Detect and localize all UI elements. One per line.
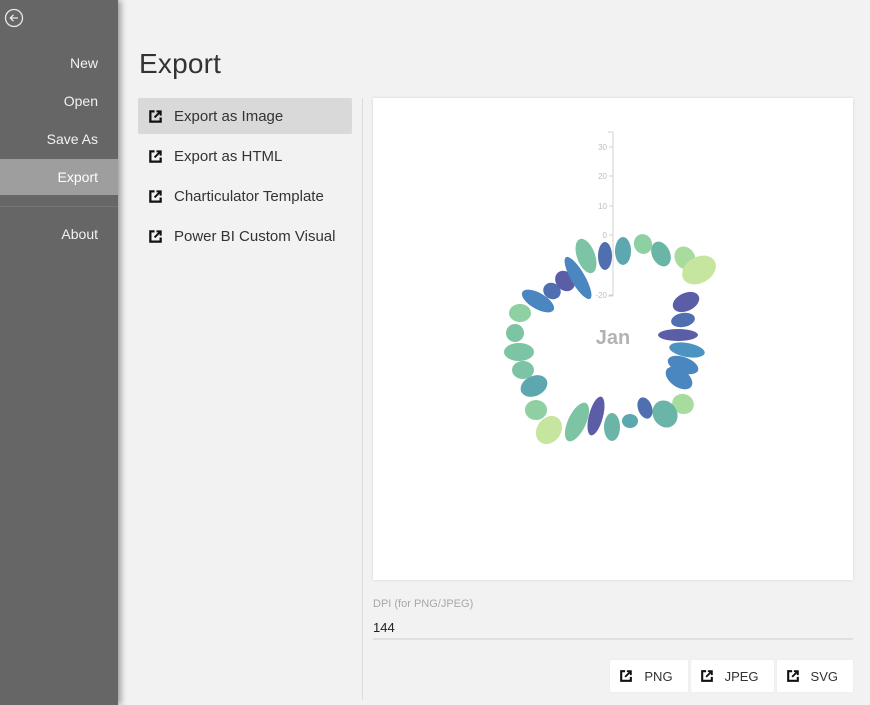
- arrow-left-circle-icon: [4, 8, 24, 28]
- sidebar-item-new[interactable]: New: [0, 45, 118, 81]
- petal-mark: [658, 329, 698, 341]
- format-buttons: PNG JPEG SVG: [610, 660, 853, 692]
- axis-tick-label: -20: [595, 291, 607, 300]
- external-link-icon: [149, 229, 162, 243]
- petal-mark: [604, 413, 620, 441]
- external-link-icon: [620, 670, 633, 682]
- sidebar: New Open Save As Export About: [0, 0, 118, 705]
- center-label: Jan: [596, 327, 630, 349]
- external-link-icon: [149, 109, 162, 123]
- export-option-powerbi[interactable]: Power BI Custom Visual: [138, 218, 352, 254]
- page-title: Export: [139, 48, 222, 79]
- export-jpeg-button[interactable]: JPEG: [690, 660, 774, 692]
- petal-mark: [672, 291, 700, 313]
- export-svg-button[interactable]: SVG: [776, 660, 853, 692]
- export-options-list: Export as Image Export as HTML Charticul…: [138, 98, 352, 258]
- petal-mark: [512, 361, 534, 379]
- sidebar-item-label: New: [69, 55, 98, 71]
- sidebar-item-export[interactable]: Export: [0, 159, 118, 195]
- y-axis: 30 20 10 0 -20: [595, 131, 614, 300]
- button-label: JPEG: [724, 668, 759, 684]
- export-option-template[interactable]: Charticulator Template: [138, 178, 352, 214]
- petal-mark: [506, 324, 524, 342]
- sidebar-item-label: About: [61, 226, 98, 242]
- axis-tick-label: 20: [598, 172, 607, 181]
- axis-tick-label: 30: [598, 143, 607, 152]
- export-option-label: Export as Image: [174, 107, 284, 125]
- external-link-icon: [700, 670, 713, 682]
- external-link-icon: [149, 149, 162, 163]
- export-option-html[interactable]: Export as HTML: [138, 138, 352, 174]
- petal-mark: [509, 304, 531, 322]
- sidebar-item-about[interactable]: About: [0, 216, 118, 252]
- petal-mark: [598, 242, 612, 270]
- sidebar-item-label: Save As: [46, 131, 98, 147]
- petal-mark: [504, 343, 534, 361]
- back-button[interactable]: [4, 8, 24, 28]
- sidebar-item-open[interactable]: Open: [0, 83, 118, 119]
- external-link-icon: [786, 670, 799, 682]
- export-option-label: Export as HTML: [174, 147, 283, 165]
- export-png-button[interactable]: PNG: [610, 660, 688, 692]
- sidebar-item-label: Open: [63, 93, 98, 109]
- export-option-image[interactable]: Export as Image: [138, 98, 352, 134]
- petal-mark: [633, 234, 653, 254]
- main-panel: Export Export as Image Export as HTML Ch…: [118, 0, 870, 705]
- sidebar-divider: [0, 206, 118, 207]
- axis-tick-label: 0: [603, 231, 608, 240]
- button-label: PNG: [644, 668, 673, 684]
- chart-preview-canvas: 30 20 10 0 -20 Jan: [504, 131, 716, 445]
- external-link-icon: [149, 189, 162, 203]
- petal-mark: [615, 237, 631, 265]
- dpi-input[interactable]: [373, 616, 853, 640]
- export-option-label: Charticulator Template: [174, 187, 324, 205]
- export-option-label: Power BI Custom Visual: [174, 227, 336, 245]
- petal-mark: [622, 414, 638, 428]
- panel-divider: [362, 98, 363, 700]
- sidebar-item-save-as[interactable]: Save As: [0, 121, 118, 157]
- dpi-label: DPI (for PNG/JPEG): [373, 598, 474, 610]
- petal-mark: [525, 400, 547, 420]
- button-label: SVG: [810, 668, 838, 684]
- sidebar-item-label: Export: [57, 169, 98, 185]
- chart-preview: 30 20 10 0 -20 Jan: [373, 98, 853, 580]
- petal-mark: [671, 312, 695, 328]
- axis-tick-label: 10: [598, 202, 607, 211]
- petal-mark: [637, 397, 653, 419]
